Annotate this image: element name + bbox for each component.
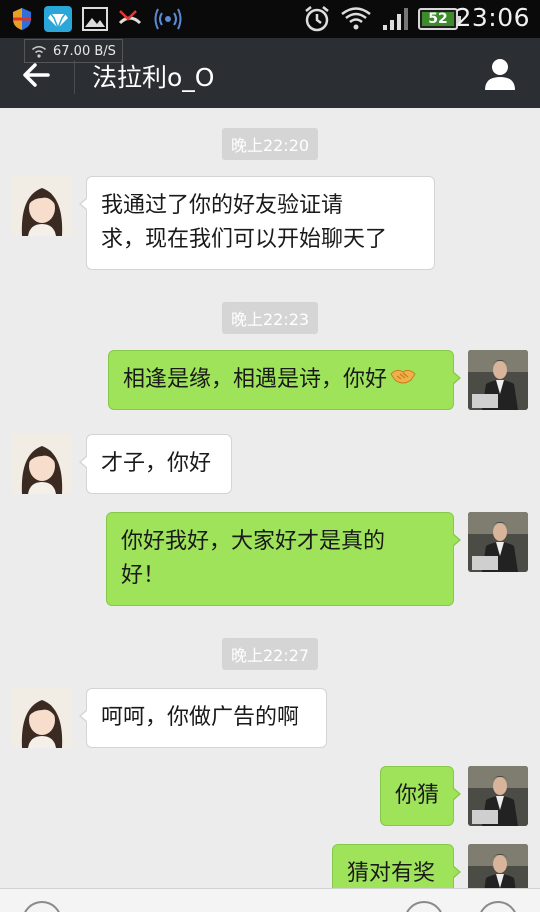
message-bubble-received[interactable]: 才子，你好 xyxy=(79,434,232,494)
message-line: 你好我好，大家好才是真的 xyxy=(121,529,386,554)
missed-call-icon xyxy=(116,6,144,32)
male-avatar[interactable] xyxy=(468,512,528,572)
battery-icon: 52 xyxy=(418,8,461,30)
message-line: 你猜 xyxy=(395,783,440,808)
shield-icon xyxy=(10,6,34,32)
male-avatar[interactable] xyxy=(468,766,528,826)
wifi-hotspot-icon xyxy=(154,6,182,32)
male-avatar[interactable] xyxy=(468,350,528,410)
message-bubble-received[interactable]: 我通过了你的好友验证请 求，现在我们可以开始聊天了 xyxy=(79,176,435,270)
wifi-speed-icon xyxy=(32,46,46,58)
message-line: 相逢是缘，相遇是诗，你好 xyxy=(123,367,388,392)
female-avatar[interactable] xyxy=(12,176,72,236)
timestamp: 晚上22:23 xyxy=(0,302,540,334)
chat-area[interactable]: 晚上22:20 我通过了你的好友验证请 求，现在我们可以开始聊天了 晚上22:2… xyxy=(0,108,540,904)
female-avatar[interactable] xyxy=(12,434,72,494)
signal-icon xyxy=(380,6,410,32)
back-arrow-icon[interactable] xyxy=(18,58,58,92)
message-line: 才子，你好 xyxy=(101,451,212,476)
input-bar xyxy=(0,888,540,912)
message-bubble-sent[interactable]: 相逢是缘，相遇是诗，你好 xyxy=(108,350,461,410)
chat-title: 法拉利o_O xyxy=(92,63,215,92)
message-line: 我通过了你的好友验证请 xyxy=(101,193,344,218)
status-bar: 52 23:06 xyxy=(0,0,540,38)
net-speed-text: 67.00 B/S xyxy=(53,43,116,59)
timestamp: 晚上22:27 xyxy=(0,638,540,670)
clock: 23:06 xyxy=(455,3,530,32)
header-divider xyxy=(74,60,75,94)
female-avatar[interactable] xyxy=(12,688,72,748)
chat-header: 67.00 B/S 法拉利o_O xyxy=(0,38,540,108)
wifi-icon xyxy=(340,6,372,32)
message-bubble-received[interactable]: 呵呵，你做广告的啊 xyxy=(79,688,327,748)
message-line: 好！ xyxy=(121,563,166,588)
person-icon[interactable] xyxy=(482,56,518,92)
more-button[interactable] xyxy=(478,901,518,912)
diamond-app-icon xyxy=(44,6,72,32)
alarm-icon xyxy=(302,6,332,32)
message-bubble-sent[interactable]: 你猜 xyxy=(380,766,461,826)
message-line: 猜对有奖 xyxy=(347,861,436,886)
battery-level: 52 xyxy=(428,11,448,27)
message-line: 呵呵，你做广告的啊 xyxy=(101,705,300,730)
timestamp: 晚上22:20 xyxy=(0,128,540,160)
gallery-icon xyxy=(82,6,108,32)
emoji-button[interactable] xyxy=(404,901,444,912)
message-bubble-sent[interactable]: 你好我好，大家好才是真的 好！ xyxy=(106,512,461,606)
handshake-emoji xyxy=(389,363,417,397)
message-line: 求，现在我们可以开始聊天了 xyxy=(101,227,388,252)
voice-toggle-button[interactable] xyxy=(22,901,62,912)
